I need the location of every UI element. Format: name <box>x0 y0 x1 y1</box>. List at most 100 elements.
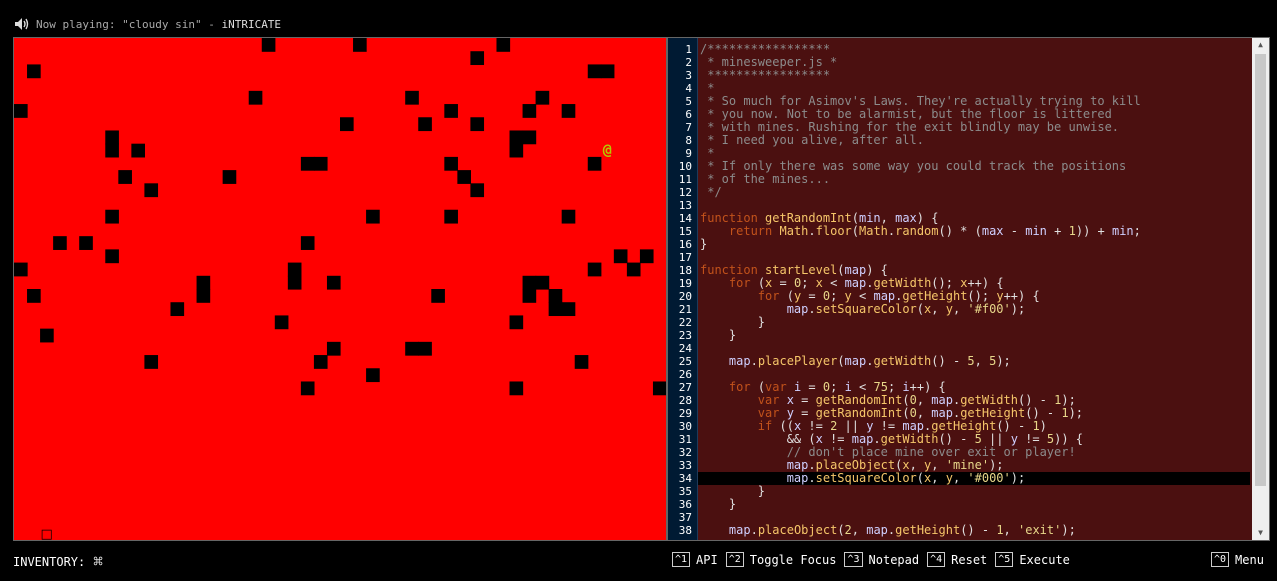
black-tile <box>613 249 628 264</box>
game-grid: @□ <box>14 38 666 540</box>
black-tile <box>600 64 615 79</box>
black-tile <box>144 183 159 198</box>
code-line[interactable]: 12 */ <box>668 186 1250 200</box>
black-tile <box>313 156 328 171</box>
inventory-label: INVENTORY: <box>13 554 86 569</box>
line-number: 17 <box>678 251 692 264</box>
code-line[interactable]: 15 return Math.floor(Math.random() * (ma… <box>668 225 1250 239</box>
exit: □ <box>40 527 52 540</box>
code-line[interactable]: 3 ***************** <box>668 69 1250 83</box>
black-tile <box>587 64 602 79</box>
black-tile <box>587 262 602 277</box>
black-tile <box>431 289 445 303</box>
black-tile <box>118 170 132 184</box>
black-tile <box>27 289 41 303</box>
black-tile <box>196 289 211 303</box>
computer-item-icon[interactable]: ⌘ <box>93 552 103 571</box>
black-tile <box>366 368 380 383</box>
artist-name: iNTRICATE <box>221 17 282 31</box>
code-line[interactable]: 8 * I need you alive, after all. <box>668 134 1250 148</box>
scroll-down-arrow-icon[interactable]: ▼ <box>1252 526 1269 540</box>
line-number: 28 <box>678 394 692 407</box>
line-number: 23 <box>678 329 692 342</box>
line-number: 37 <box>678 511 692 524</box>
hotkey-label: Notepad <box>868 552 920 567</box>
black-tile <box>79 236 93 250</box>
code-text: } <box>700 237 708 251</box>
line-number: 18 <box>678 264 692 277</box>
line-number: 13 <box>678 199 692 212</box>
code-line[interactable]: 11 * of the mines... <box>668 173 1250 187</box>
line-number: 8 <box>685 134 692 147</box>
black-tile <box>105 130 119 145</box>
code-line[interactable]: 36 } <box>668 498 1250 512</box>
black-tile <box>405 341 419 356</box>
scroll-thumb[interactable] <box>1255 54 1266 486</box>
scroll-up-arrow-icon[interactable]: ▲ <box>1252 38 1269 52</box>
black-tile <box>509 130 524 145</box>
black-tile <box>548 302 563 317</box>
code-text: } <box>700 328 737 342</box>
black-tile <box>196 275 211 290</box>
hotkey-label: API <box>696 552 718 567</box>
black-tile <box>444 156 458 171</box>
notepad-button[interactable]: ^3 Notepad <box>844 552 919 567</box>
speaker-icon[interactable] <box>14 17 30 31</box>
black-tile <box>300 156 315 171</box>
execute-button[interactable]: ^5 Execute <box>995 552 1070 567</box>
black-tile <box>639 249 654 264</box>
black-tile <box>444 209 458 224</box>
black-tile <box>509 315 524 330</box>
line-number: 1 <box>685 43 692 56</box>
now-playing-prefix: Now playing: <box>36 17 123 31</box>
black-tile <box>470 117 485 132</box>
toggle-focus-button[interactable]: ^2 Toggle Focus <box>725 552 836 567</box>
black-tile <box>652 381 666 396</box>
menu-button[interactable]: ^0 Menu <box>1211 552 1264 567</box>
code-line[interactable]: 16} <box>668 237 1250 252</box>
hotkey-key: ^4 <box>927 552 946 567</box>
line-number: 24 <box>678 342 692 355</box>
black-tile <box>470 51 485 66</box>
line-number: 10 <box>678 160 692 173</box>
code-line[interactable]: 25 map.placePlayer(map.getWidth() - 5, 5… <box>668 355 1250 369</box>
black-tile <box>105 143 119 158</box>
black-tile <box>457 170 471 184</box>
line-number: 35 <box>678 485 692 498</box>
hotkey-label: Menu <box>1235 552 1264 567</box>
now-playing-bar: Now playing: "cloudy sin" - iNTRICATE <box>14 16 281 32</box>
code-line[interactable]: 38 map.placeObject(2, map.getHeight() - … <box>668 523 1250 538</box>
hotkey-key: ^1 <box>672 552 691 567</box>
line-number: 6 <box>685 108 692 121</box>
line-number: 9 <box>685 147 692 160</box>
black-tile <box>261 38 276 52</box>
line-number: 22 <box>678 316 692 329</box>
line-number: 30 <box>678 420 692 433</box>
black-tile <box>548 289 563 303</box>
line-number: 29 <box>678 407 692 420</box>
black-tile <box>326 275 341 290</box>
line-number: 16 <box>678 238 692 251</box>
black-tile <box>587 156 602 171</box>
black-tile <box>418 117 432 132</box>
black-tile <box>144 355 159 369</box>
game-screen[interactable]: @ □ <box>13 37 667 541</box>
black-tile <box>14 262 28 277</box>
inventory-bar: INVENTORY: ⌘ <box>13 552 103 571</box>
code-line[interactable]: 22 } <box>668 316 1250 330</box>
line-number: 3 <box>685 69 692 82</box>
code-line[interactable]: 35 } <box>668 485 1250 499</box>
black-tile <box>300 236 315 250</box>
black-tile <box>27 64 41 79</box>
editor-scrollbar[interactable]: ▲ ▼ <box>1252 38 1269 540</box>
reset-button[interactable]: ^4 Reset <box>927 552 987 567</box>
black-tile <box>131 143 145 158</box>
line-number: 27 <box>678 381 692 394</box>
black-tile <box>53 236 67 250</box>
code-editor[interactable]: 1/***************** 2 * minesweeper.js * 3… <box>667 37 1270 541</box>
code-line[interactable]: 23 } <box>668 328 1250 343</box>
code-text: map.placeObject(2, map.getHeight() - 1, … <box>728 523 1076 537</box>
black-tile <box>522 104 537 118</box>
code-lines[interactable]: 1/***************** 2 * minesweeper.js * 3… <box>668 43 1250 537</box>
api-button[interactable]: ^1 API <box>672 552 718 567</box>
